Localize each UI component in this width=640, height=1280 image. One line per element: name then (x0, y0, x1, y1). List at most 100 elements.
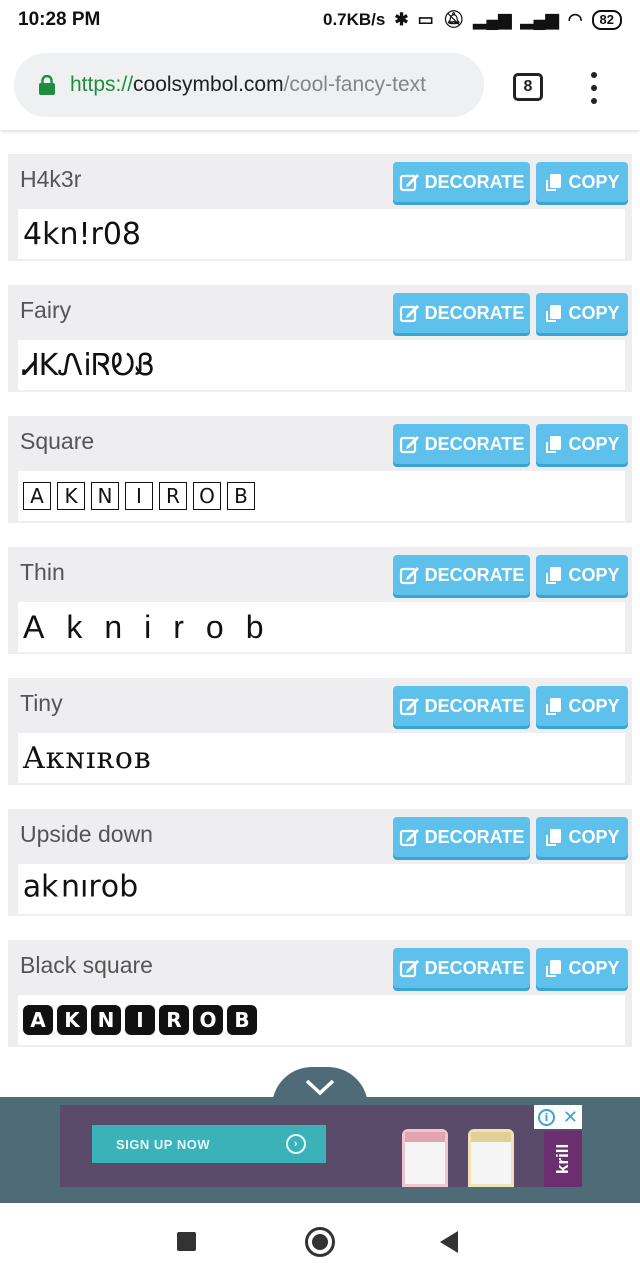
edit-icon (399, 960, 419, 978)
copy-label: COPY (568, 564, 620, 585)
decorate-label: DECORATE (424, 171, 525, 192)
square-letter: K (57, 482, 85, 510)
copy-button[interactable]: COPY (536, 555, 628, 595)
square-letter: A (23, 482, 51, 510)
overflow-menu-icon[interactable] (590, 72, 598, 104)
square-letter: R (159, 482, 187, 510)
copy-label: COPY (568, 171, 620, 192)
net-speed: 0.7KB/s (323, 10, 386, 29)
edit-icon (399, 698, 419, 716)
ad-cta-button[interactable]: SIGN UP NOW › (92, 1125, 326, 1163)
style-name: Tiny (20, 690, 63, 716)
output-text: qoɹıuʞɐ (23, 871, 139, 907)
phone-illustration (468, 1129, 514, 1187)
ad-brand-logo: krill (544, 1131, 582, 1187)
arrow-right-icon: › (286, 1134, 306, 1154)
output-text: 4kn!r08 (23, 216, 142, 252)
fancy-output[interactable]: ᏗKᏁiᏒᎧᏰ (18, 340, 625, 390)
copy-icon (546, 174, 562, 191)
copy-button[interactable]: COPY (536, 293, 628, 333)
fancy-output[interactable]: 4kn!r08 (18, 209, 625, 259)
style-card-black-square: Black square DECORATE COPY A K N I R O B (8, 940, 632, 1047)
recents-icon[interactable] (177, 1232, 196, 1251)
style-name: Fairy (20, 297, 72, 323)
decorate-button[interactable]: DECORATE (393, 948, 530, 988)
bluetooth-icon: ✱ (394, 10, 409, 29)
address-bar[interactable]: https://coolsymbol.com/cool-fancy-text (14, 53, 484, 117)
decorate-button[interactable]: DECORATE (393, 686, 530, 726)
close-icon[interactable]: ✕ (563, 1107, 578, 1128)
output-text: ᏗKᏁiᏒᎧᏰ (23, 347, 155, 383)
style-card-upside-down: Upside down DECORATE COPY qoɹıuʞɐ (8, 809, 632, 916)
style-name: Black square (20, 952, 153, 978)
copy-button[interactable]: COPY (536, 162, 628, 202)
url-path: /cool-fancy-text (283, 73, 426, 96)
black-square-letter: N (91, 1005, 121, 1035)
mute-bell-icon: 🔕︎ (442, 10, 465, 29)
style-card-square: Square DECORATE COPY A K N I R O B (8, 416, 632, 523)
decorate-button[interactable]: DECORATE (393, 555, 530, 595)
copy-icon (546, 698, 562, 715)
url-host: coolsymbol.com (133, 73, 284, 96)
tab-switcher-button[interactable]: 8 (513, 73, 543, 101)
output-text: Aknirob (23, 608, 286, 645)
square-letter: N (91, 482, 119, 510)
battery-icon: 82 (591, 10, 622, 30)
fancy-output[interactable]: A K N I R O B (18, 995, 625, 1045)
vibrate-icon: ▭ (417, 10, 434, 29)
edit-icon (399, 436, 419, 454)
style-name: H4k3r (20, 166, 82, 192)
chevron-down-icon (305, 1079, 335, 1096)
black-square-letter: K (57, 1005, 87, 1035)
status-icons: 0.7KB/s ✱ ▭ 🔕︎ ▂▄▆ ▂▄▆ ◠ 82 (323, 10, 622, 30)
copy-button[interactable]: COPY (536, 948, 628, 988)
square-letter: I (125, 482, 153, 510)
fancy-output[interactable]: Aknirob (18, 602, 625, 652)
decorate-button[interactable]: DECORATE (393, 424, 530, 464)
signal-icon-2: ▂▄▆ (520, 10, 559, 29)
copy-button[interactable]: COPY (536, 424, 628, 464)
url-scheme: https:// (70, 73, 134, 96)
status-time: 10:28 PM (18, 9, 101, 30)
back-icon[interactable] (440, 1231, 458, 1253)
decorate-button[interactable]: DECORATE (393, 162, 530, 202)
black-square-letter: B (227, 1005, 257, 1035)
edit-icon (399, 829, 419, 847)
style-card-tiny: Tiny DECORATE COPY Aᴋɴɪʀᴏʙ (8, 678, 632, 785)
phone-illustration (402, 1129, 448, 1187)
style-name: Upside down (20, 821, 153, 847)
style-card-fairy: Fairy DECORATE COPY ᏗKᏁiᏒᎧᏰ (8, 285, 632, 392)
copy-label: COPY (568, 433, 620, 454)
black-square-letter: A (23, 1005, 53, 1035)
copy-button[interactable]: COPY (536, 686, 628, 726)
fancy-output[interactable]: Aᴋɴɪʀᴏʙ (18, 733, 625, 783)
ad-choices[interactable]: i ✕ (534, 1105, 582, 1129)
copy-icon (546, 436, 562, 453)
copy-icon (546, 305, 562, 322)
black-square-letter: I (125, 1005, 155, 1035)
copy-icon (546, 960, 562, 977)
style-name: Thin (20, 559, 65, 585)
black-square-letter: O (193, 1005, 223, 1035)
home-icon[interactable] (305, 1227, 335, 1257)
browser-toolbar: https://coolsymbol.com/cool-fancy-text 8 (0, 40, 640, 130)
copy-button[interactable]: COPY (536, 817, 628, 857)
copy-label: COPY (568, 695, 620, 716)
ad-creative[interactable]: SIGN UP NOW › krill i ✕ (60, 1105, 582, 1187)
ad-info-icon[interactable]: i (537, 1108, 555, 1126)
copy-label: COPY (568, 302, 620, 323)
status-bar: 10:28 PM 0.7KB/s ✱ ▭ 🔕︎ ▂▄▆ ▂▄▆ ◠ 82 (0, 0, 640, 40)
ad-cta-label: SIGN UP NOW (116, 1136, 211, 1152)
square-letter: O (193, 482, 221, 510)
decorate-button[interactable]: DECORATE (393, 817, 530, 857)
copy-icon (546, 829, 562, 846)
fancy-output[interactable]: A K N I R O B (18, 471, 625, 521)
decorate-label: DECORATE (424, 302, 525, 323)
fancy-output[interactable]: qoɹıuʞɐ (18, 864, 625, 914)
ad-banner: SIGN UP NOW › krill i ✕ (0, 1097, 640, 1203)
copy-label: COPY (568, 957, 620, 978)
decorate-label: DECORATE (424, 433, 525, 454)
decorate-button[interactable]: DECORATE (393, 293, 530, 333)
decorate-label: DECORATE (424, 957, 525, 978)
wifi-icon: ◠ (567, 10, 583, 29)
